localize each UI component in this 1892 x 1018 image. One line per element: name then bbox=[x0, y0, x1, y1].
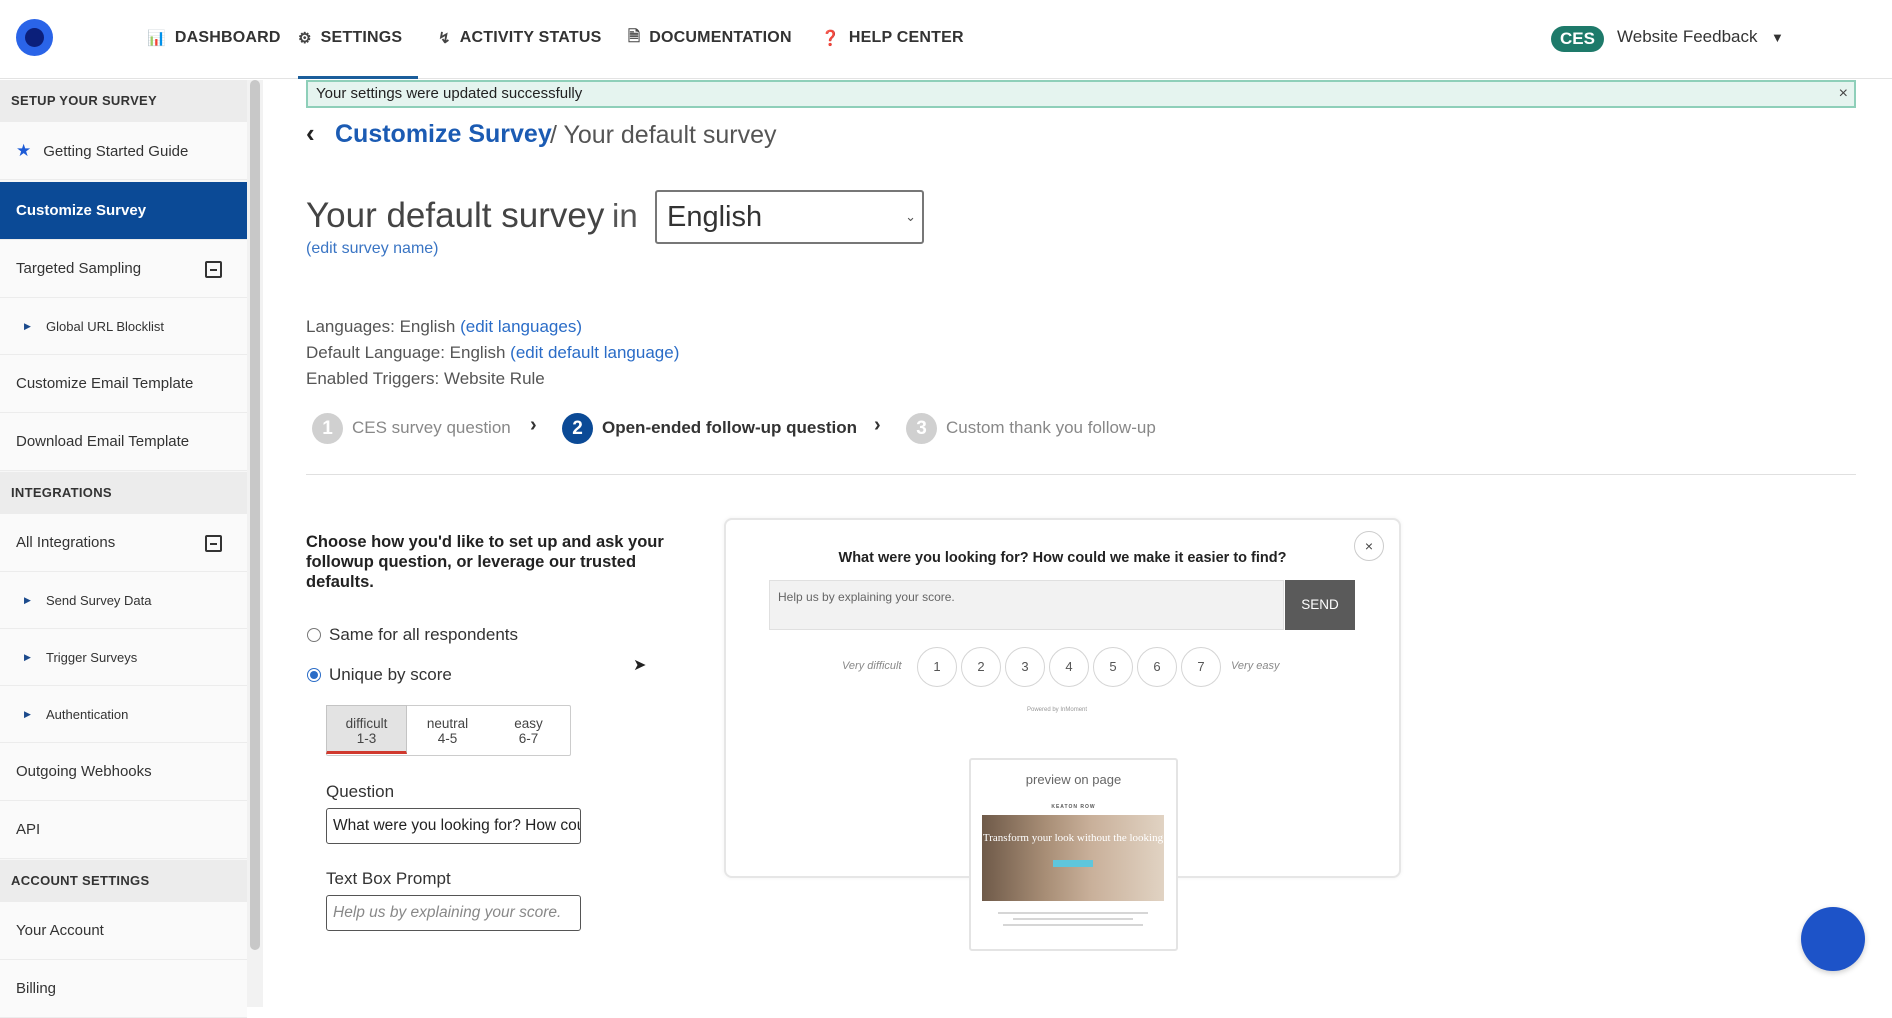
default-language-line: Default Language: English (edit default … bbox=[306, 343, 680, 362]
text-box-prompt-input[interactable]: Help us by explaining your score. bbox=[326, 895, 581, 931]
segment-difficult[interactable]: difficult 1-3 bbox=[326, 705, 407, 754]
sidebar: SETUP YOUR SURVEY ★ Getting Started Guide… bbox=[0, 80, 247, 1018]
scale-option-7[interactable]: 7 bbox=[1181, 647, 1221, 687]
sidebar-item-outgoing-webhooks[interactable]: Outgoing Webhooks bbox=[0, 743, 247, 801]
sidebar-section-setup: SETUP YOUR SURVEY bbox=[0, 80, 247, 122]
sidebar-section-integrations: INTEGRATIONS bbox=[0, 472, 247, 514]
enabled-triggers-line: Enabled Triggers: Website Rule bbox=[306, 369, 545, 388]
nav-active-indicator bbox=[298, 76, 418, 79]
back-chevron-icon[interactable]: ‹ bbox=[306, 118, 315, 149]
collapse-icon[interactable] bbox=[205, 535, 222, 552]
radio-unique-by-score[interactable]: Unique by score bbox=[307, 665, 452, 685]
collapse-icon[interactable] bbox=[205, 261, 222, 278]
step-2[interactable]: 2 Open-ended follow-up question bbox=[562, 412, 857, 444]
segment-neutral[interactable]: neutral 4-5 bbox=[407, 706, 488, 755]
step-3[interactable]: 3 Custom thank you follow-up bbox=[906, 412, 1156, 444]
scale-option-2[interactable]: 2 bbox=[961, 647, 1001, 687]
star-icon: ★ bbox=[16, 141, 32, 160]
segment-easy[interactable]: easy 6-7 bbox=[488, 706, 569, 755]
sidebar-item-send-survey-data[interactable]: ▶ Send Survey Data bbox=[0, 572, 247, 629]
pulse-icon: ↯ bbox=[438, 30, 451, 47]
page-title: Your default survey bbox=[306, 196, 605, 235]
language-select[interactable]: English ⌄ bbox=[655, 190, 924, 244]
caret-right-icon: ▶ bbox=[24, 595, 31, 605]
question-label: Question bbox=[326, 782, 395, 801]
gear-icon: ⚙ bbox=[298, 30, 312, 47]
chat-launcher-button[interactable] bbox=[1801, 907, 1865, 971]
sidebar-item-billing[interactable]: Billing bbox=[0, 960, 247, 1018]
thumbnail-content-lines bbox=[990, 908, 1156, 938]
scale-option-1[interactable]: 1 bbox=[917, 647, 957, 687]
preview-question: What were you looking for? How could we … bbox=[838, 550, 1287, 566]
question-input[interactable]: What were you looking for? How could we … bbox=[326, 808, 581, 844]
step-1[interactable]: 1 CES survey question bbox=[312, 412, 511, 444]
sidebar-item-customize-survey[interactable]: Customize Survey bbox=[0, 182, 247, 240]
question-icon: ❓ bbox=[821, 30, 840, 47]
logo[interactable] bbox=[16, 19, 53, 56]
caret-right-icon: ▶ bbox=[24, 709, 31, 719]
edit-default-language-link[interactable]: (edit default language) bbox=[510, 343, 679, 362]
caret-right-icon: ▶ bbox=[24, 652, 31, 662]
thumbnail-brand: KEATON ROW bbox=[1051, 804, 1096, 810]
edit-languages-link[interactable]: (edit languages) bbox=[460, 317, 582, 336]
breadcrumb-current: / Your default survey bbox=[550, 121, 777, 149]
document-icon: 🗎 bbox=[628, 27, 641, 45]
mouse-cursor-icon: ➤ bbox=[633, 657, 647, 674]
bar-chart-icon: 📊 bbox=[147, 30, 166, 47]
radio-button-selected[interactable] bbox=[307, 668, 321, 682]
scale-option-4[interactable]: 4 bbox=[1049, 647, 1089, 687]
close-icon[interactable]: × bbox=[1839, 82, 1848, 106]
caret-right-icon: ▶ bbox=[24, 321, 31, 331]
radio-same-for-all[interactable]: Same for all respondents bbox=[307, 625, 518, 645]
sidebar-scrollbar[interactable] bbox=[250, 80, 260, 950]
survey-type-badge: CES bbox=[1551, 26, 1604, 52]
scale-option-6[interactable]: 6 bbox=[1137, 647, 1177, 687]
nav-documentation[interactable]: 🗎 DOCUMENTATION bbox=[628, 26, 792, 50]
radio-button[interactable] bbox=[307, 628, 321, 642]
scale-low-label: Very difficult bbox=[842, 660, 902, 672]
sidebar-section-account: ACCOUNT SETTINGS bbox=[0, 860, 247, 902]
sidebar-item-download-email[interactable]: Download Email Template bbox=[0, 413, 247, 471]
title-in-label: in bbox=[612, 197, 638, 234]
scale-high-label: Very easy bbox=[1231, 660, 1280, 672]
text-box-prompt-label: Text Box Prompt bbox=[326, 869, 451, 888]
preview-text-input[interactable]: Help us by explaining your score. bbox=[769, 580, 1284, 630]
chevron-down-icon: ⌄ bbox=[905, 209, 916, 224]
nav-settings[interactable]: ⚙ SETTINGS bbox=[298, 26, 402, 50]
thumbnail-hero-image: Transform your look without the looking bbox=[982, 815, 1164, 901]
nav-dashboard[interactable]: 📊 DASHBOARD bbox=[147, 26, 281, 50]
sidebar-item-trigger-surveys[interactable]: ▶ Trigger Surveys bbox=[0, 629, 247, 686]
languages-line: Languages: English (edit languages) bbox=[306, 317, 582, 336]
sidebar-item-authentication[interactable]: ▶ Authentication bbox=[0, 686, 247, 743]
sidebar-item-customize-email[interactable]: Customize Email Template bbox=[0, 355, 247, 413]
scale-option-5[interactable]: 5 bbox=[1093, 647, 1133, 687]
sidebar-item-all-integrations[interactable]: All Integrations bbox=[0, 514, 247, 572]
edit-survey-name-link[interactable]: (edit survey name) bbox=[306, 240, 439, 258]
nav-help-center[interactable]: ❓ HELP CENTER bbox=[821, 26, 964, 50]
chevron-right-icon: › bbox=[530, 414, 537, 436]
powered-by: Powered by InMoment bbox=[1027, 707, 1088, 713]
setup-intro: Choose how you'd like to set up and ask … bbox=[306, 533, 664, 591]
sidebar-item-api[interactable]: API bbox=[0, 801, 247, 859]
thumbnail-hero-button bbox=[1053, 860, 1093, 867]
project-selector[interactable]: Website Feedback bbox=[1617, 27, 1757, 47]
sidebar-item-global-url-blocklist[interactable]: ▶ Global URL Blocklist bbox=[0, 298, 247, 355]
breadcrumb-customize-survey[interactable]: Customize Survey bbox=[335, 120, 552, 149]
preview-send-button[interactable]: SEND bbox=[1285, 580, 1355, 630]
chevron-right-icon: › bbox=[874, 414, 881, 436]
caret-down-icon[interactable]: ▼ bbox=[1771, 30, 1784, 45]
sidebar-item-targeted-sampling[interactable]: Targeted Sampling bbox=[0, 240, 247, 298]
success-alert: Your settings were updated successfully … bbox=[306, 80, 1856, 108]
sidebar-item-your-account[interactable]: Your Account bbox=[0, 902, 247, 960]
scale-option-3[interactable]: 3 bbox=[1005, 647, 1045, 687]
top-navigation: 📊 DASHBOARD ⚙ SETTINGS ↯ ACTIVITY STATUS… bbox=[0, 0, 1892, 79]
sidebar-item-getting-started[interactable]: ★ Getting Started Guide bbox=[0, 122, 247, 180]
divider bbox=[306, 474, 1856, 475]
score-segment-control: difficult 1-3 neutral 4-5 easy 6-7 bbox=[326, 705, 571, 756]
nav-activity-status[interactable]: ↯ ACTIVITY STATUS bbox=[438, 26, 601, 50]
thumbnail-hero-text: Transform your look without the looking bbox=[982, 832, 1164, 844]
preview-on-page-label: preview on page bbox=[1025, 772, 1122, 787]
